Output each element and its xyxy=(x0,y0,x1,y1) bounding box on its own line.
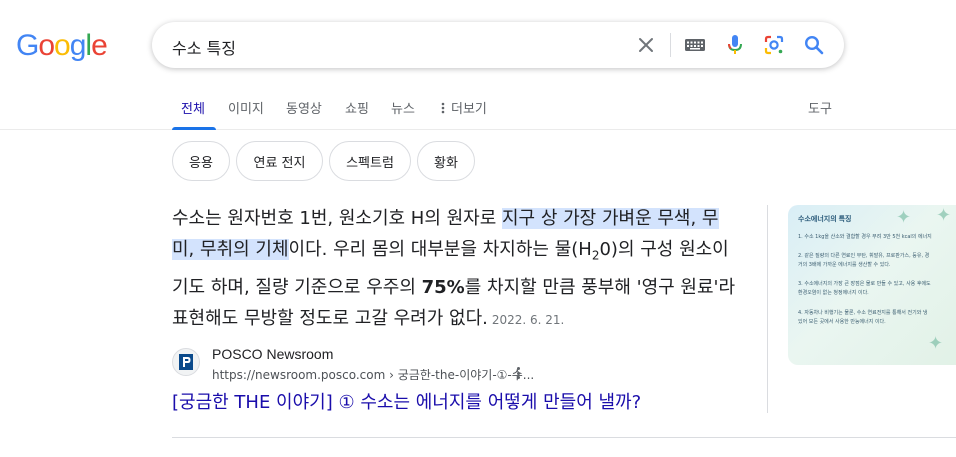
search-input[interactable]: 수소 특징 xyxy=(172,35,236,59)
logo-letter: o xyxy=(38,29,55,62)
thumbnail-line: 3. 수소에너지의 가장 큰 장점은 물로 만들 수 있고, 사용 후에도 xyxy=(798,281,931,287)
thumbnail-line: 거의 3배에 가까운 에너지를 생산할 수 있다. xyxy=(798,262,891,268)
tab-more[interactable]: 더보기 xyxy=(441,98,487,118)
snippet-text: 수소는 원자번호 1번, 원소기호 H의 원자로 xyxy=(172,208,502,229)
tab-shopping[interactable]: 쇼핑 xyxy=(345,98,369,117)
logo-letter: G xyxy=(16,29,39,62)
source-name[interactable]: POSCO Newsroom xyxy=(212,346,333,362)
thumbnail-title: 수소에너지의 특징 xyxy=(798,216,852,223)
logo-letter: g xyxy=(69,29,87,62)
snippet-date: 2022. 6. 21. xyxy=(491,312,565,327)
search-box[interactable]: 수소 특징 xyxy=(152,22,844,68)
more-options-icon[interactable] xyxy=(512,365,524,381)
featured-snippet-text: 수소는 원자번호 1번, 원소기호 H의 원자로 지구 상 가장 가벼운 무색,… xyxy=(172,203,740,336)
search-icon[interactable] xyxy=(802,33,826,57)
tab-all[interactable]: 전체 xyxy=(181,98,205,117)
site-favicon[interactable] xyxy=(172,348,200,376)
leaf-decoration-icon: ✦ xyxy=(936,205,952,225)
camera-lens-icon[interactable] xyxy=(762,33,786,57)
close-icon[interactable] xyxy=(634,33,658,57)
tools-button[interactable]: 도구 xyxy=(808,98,832,117)
tab-videos[interactable]: 동영상 xyxy=(286,98,322,117)
snippet-bold: 75% xyxy=(421,276,465,298)
keyboard-icon[interactable] xyxy=(683,33,707,57)
search-tabs: 전체 이미지 동영상 쇼핑 뉴스 더보기 도구 xyxy=(0,88,956,130)
result-thumbnail[interactable]: ✦ ✦ ✦ 수소에너지의 특징 1. 수소 1kg을 산소와 결합할 경우 무려… xyxy=(788,205,956,365)
leaf-decoration-icon: ✦ xyxy=(896,207,912,227)
chip-fuel-cell[interactable]: 연료 전지 xyxy=(236,141,323,181)
logo-letter: e xyxy=(91,29,108,62)
tab-images[interactable]: 이미지 xyxy=(228,98,264,117)
thumbnail-line: 4. 자동차나 비행기는 물론, 수소 연료전지를 통해서 전기와 냉 xyxy=(798,310,928,316)
chip-spectrum[interactable]: 스펙트럼 xyxy=(329,141,411,181)
column-divider xyxy=(767,205,768,413)
logo-letter: o xyxy=(54,29,71,62)
google-logo[interactable]: Google xyxy=(16,28,108,64)
snippet-text: 이다. 우리 몸의 대부분을 차지하는 물(H xyxy=(288,239,592,260)
search-divider xyxy=(670,33,671,57)
source-url[interactable]: https://newsroom.posco.com › 궁금한-the-이야기… xyxy=(212,366,534,383)
thumbnail-line: 환경오염이 없는 청정에너지 이다. xyxy=(798,290,869,296)
thumbnail-line: 있어 모든 곳에서 사용한 만능에너지 이다. xyxy=(798,319,886,325)
active-tab-indicator xyxy=(172,127,216,130)
result-title-link[interactable]: [궁금한 THE 이야기] ① 수소는 에너지를 어떻게 만들어 낼까? xyxy=(172,388,641,414)
more-vert-icon xyxy=(441,102,445,118)
thumbnail-line: 1. 수소 1kg을 산소와 결합할 경우 무려 3만 5천 kcal의 에너지 xyxy=(798,234,932,240)
microphone-icon[interactable] xyxy=(723,33,747,57)
tab-news[interactable]: 뉴스 xyxy=(391,98,415,117)
leaf-decoration-icon: ✦ xyxy=(928,333,944,353)
result-divider xyxy=(172,437,956,438)
chip-sulfide[interactable]: 황화 xyxy=(417,141,475,181)
tab-more-label: 더보기 xyxy=(451,102,487,117)
chip-application[interactable]: 응용 xyxy=(172,141,230,181)
thumbnail-line: 2. 같은 질량의 다른 연료인 부탄, 휘발유, 프로판가스, 등유, 경 xyxy=(798,253,930,259)
